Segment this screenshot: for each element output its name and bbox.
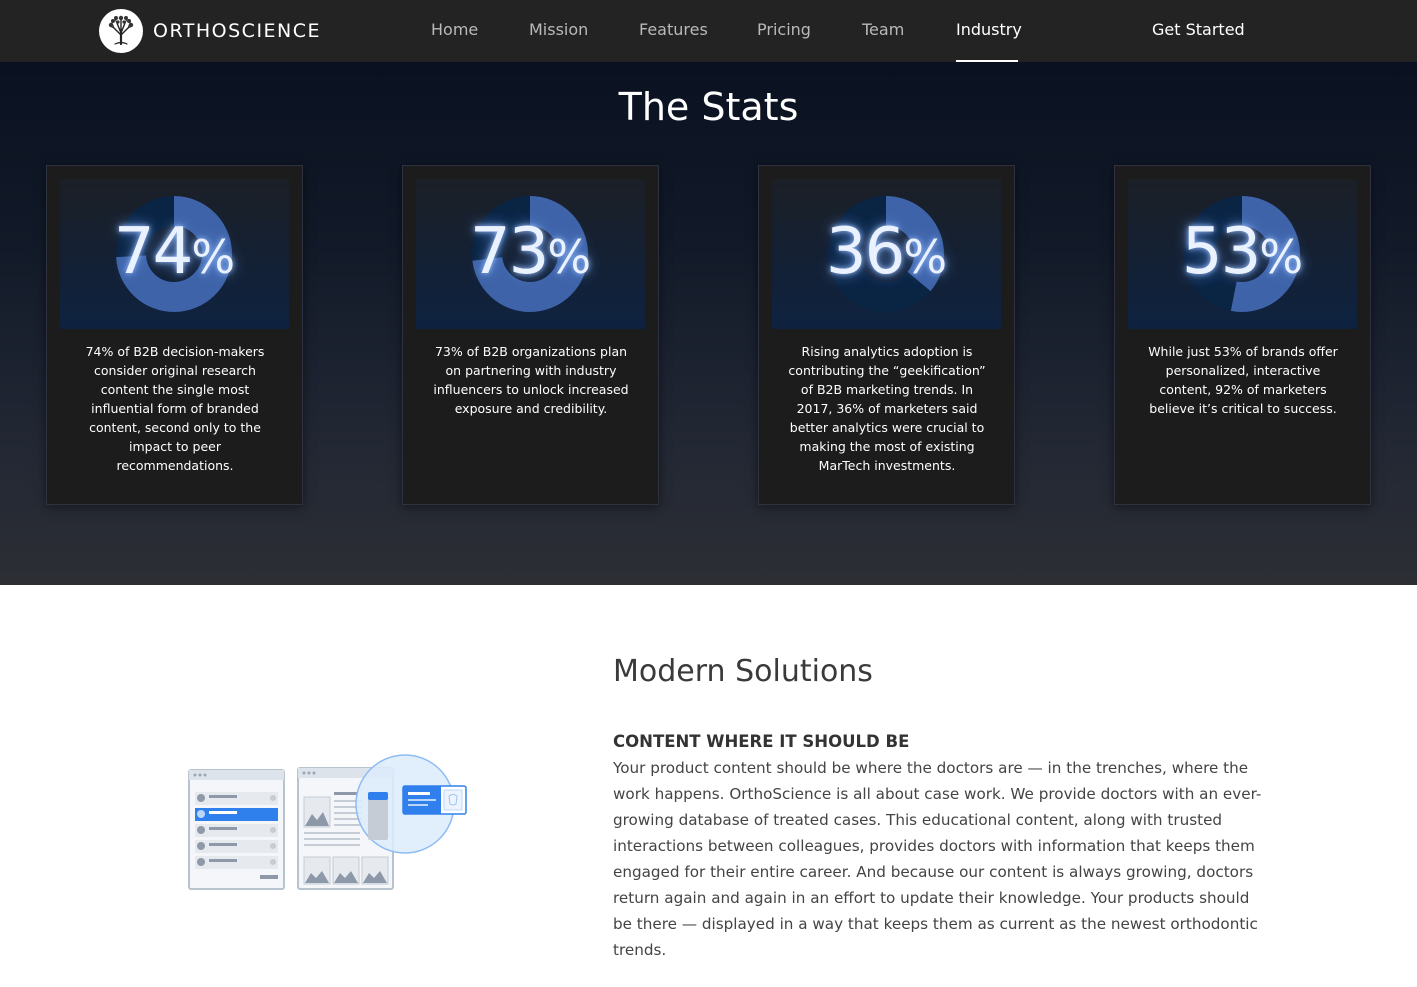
stat-description: While just 53% of brands offer personali…: [1148, 344, 1338, 416]
stat-chart-panel: 36%: [772, 179, 1001, 329]
stat-card: 73% 73% of B2B organizations plan on par…: [402, 165, 659, 505]
nav-item-industry[interactable]: Industry: [956, 19, 1022, 41]
percent-sign: %: [547, 230, 592, 284]
brand-name: ORTHOSCIENCE: [153, 20, 322, 42]
nav-item-team[interactable]: Team: [862, 19, 904, 41]
stats-title: The Stats: [618, 85, 799, 129]
percent-sign: %: [1259, 230, 1304, 284]
stat-chart-panel: 53%: [1128, 179, 1357, 329]
solutions-heading: Modern Solutions: [613, 654, 873, 689]
nav-item-mission[interactable]: Mission: [529, 19, 588, 41]
stat-description: 74% of B2B decision-makers consider orig…: [85, 344, 265, 473]
solutions-subheading: CONTENT WHERE IT SHOULD BE: [613, 732, 910, 751]
tree-logo-icon: [99, 9, 143, 53]
stat-card: 36% Rising analytics adoption is contrib…: [758, 165, 1015, 505]
stat-percentage: 74%: [60, 217, 289, 292]
stat-value: 74: [113, 215, 193, 289]
stat-value: 73: [469, 215, 549, 289]
nav-item-pricing[interactable]: Pricing: [757, 19, 811, 41]
stat-chart-panel: 73%: [416, 179, 645, 329]
stat-description: Rising analytics adoption is contributin…: [788, 344, 986, 473]
stat-value: 36: [825, 215, 905, 289]
stat-percentage: 53%: [1128, 217, 1357, 292]
stat-card: 74% 74% of B2B decision-makers consider …: [46, 165, 303, 505]
percent-sign: %: [903, 230, 948, 284]
content-illustration-icon: [188, 754, 467, 890]
brand[interactable]: ORTHOSCIENCE: [99, 9, 321, 53]
stats-section: The Stats 74% 74% of B2B decision-makers…: [0, 62, 1417, 585]
top-nav: ORTHOSCIENCE Home Mission Features Prici…: [0, 0, 1417, 63]
solutions-paragraph: Your product content should be where the…: [613, 759, 1262, 959]
get-started-button[interactable]: Get Started: [1152, 19, 1245, 41]
nav-item-features[interactable]: Features: [639, 19, 708, 41]
stat-value: 53: [1181, 215, 1261, 289]
percent-sign: %: [191, 230, 236, 284]
stat-percentage: 73%: [416, 217, 645, 292]
stat-chart-panel: 74%: [60, 179, 289, 329]
stat-percentage: 36%: [772, 217, 1001, 292]
stat-description: 73% of B2B organizations plan on partner…: [433, 344, 629, 416]
stat-card: 53% While just 53% of brands offer perso…: [1114, 165, 1371, 505]
nav-item-home[interactable]: Home: [431, 19, 478, 41]
